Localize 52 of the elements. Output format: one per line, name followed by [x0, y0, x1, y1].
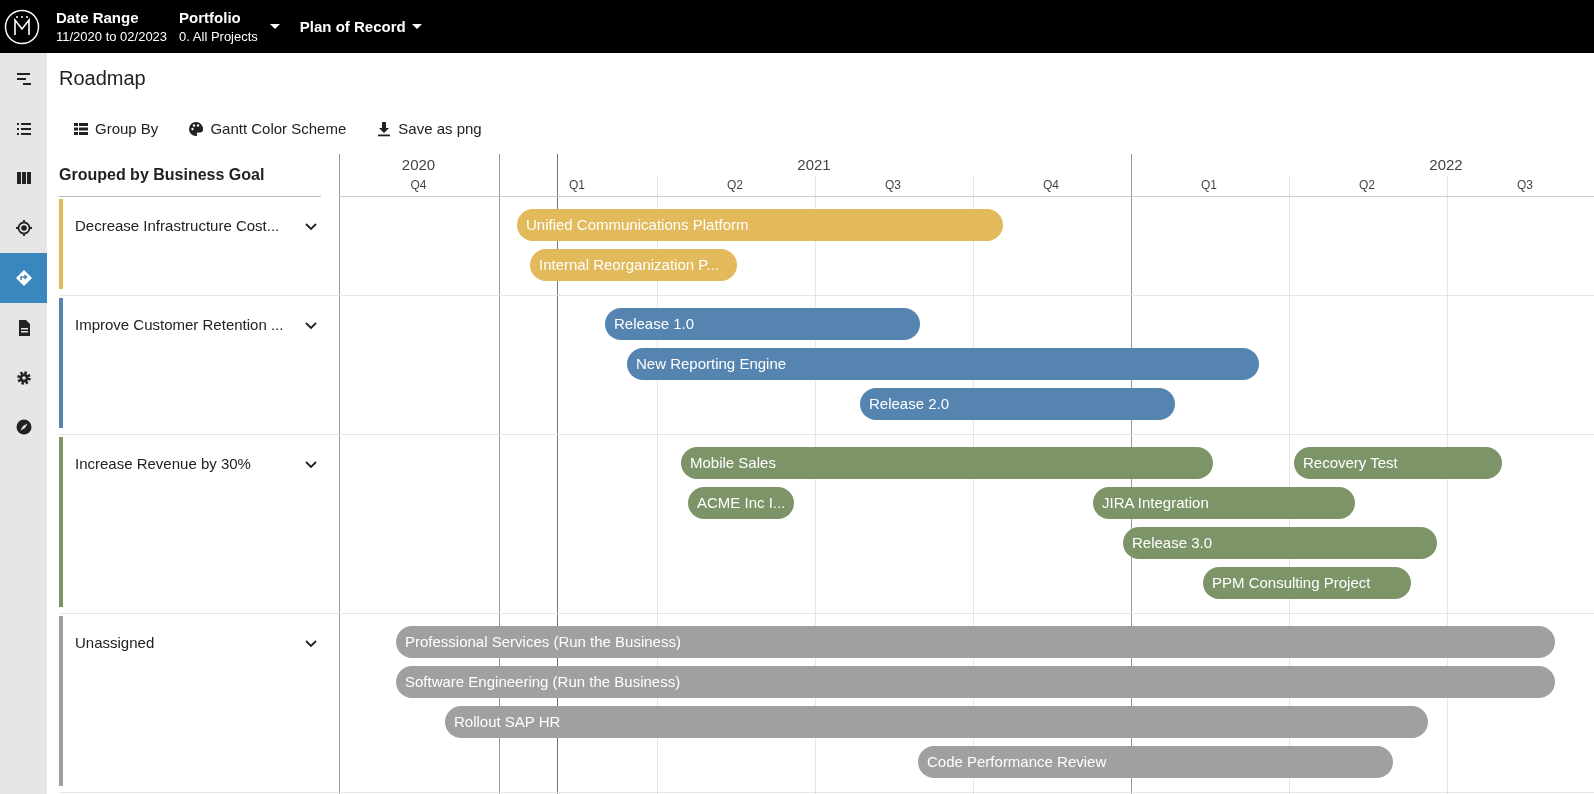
palette-icon: [188, 120, 205, 137]
directions-icon: [14, 269, 33, 288]
group-name[interactable]: Increase Revenue by 30%: [75, 439, 305, 472]
gantt-bar[interactable]: Recovery Test: [1294, 447, 1502, 479]
quarter-label: Q3: [884, 177, 902, 194]
settings-icon: [14, 368, 33, 387]
grouping-label: Grouped by Business Goal: [59, 166, 265, 184]
compass-icon: [14, 418, 33, 437]
target-icon: [14, 219, 33, 238]
portfolio-label: Portfolio: [179, 7, 242, 28]
download-icon: [376, 120, 393, 137]
gantt-bar[interactable]: ACME Inc I...: [688, 487, 794, 519]
chevron-icon[interactable]: [305, 322, 317, 330]
gantt-bar[interactable]: New Reporting Engine: [627, 348, 1259, 380]
group-name[interactable]: Unassigned: [75, 618, 305, 651]
chevron-icon[interactable]: [305, 223, 317, 231]
chevron-icon[interactable]: [305, 640, 317, 648]
page-title: Roadmap: [59, 66, 147, 91]
quarter-label: Q2: [1358, 177, 1376, 194]
portfolio-value[interactable]: 0. All Projects: [179, 27, 258, 46]
gantt-bar[interactable]: PPM Consulting Project: [1203, 567, 1411, 599]
toolbar-button[interactable]: Gantt Color Scheme: [184, 117, 351, 140]
group-name[interactable]: Improve Customer Retention ...: [75, 300, 305, 333]
gantt-bar[interactable]: Code Performance Review: [918, 746, 1393, 778]
logo-icon[interactable]: [4, 8, 40, 45]
quarter-label: Q4: [409, 177, 428, 194]
year-label: 2020: [400, 155, 437, 175]
quarter-label: Q4: [1042, 177, 1060, 194]
caret-icon: [411, 23, 422, 30]
quarter-label: Q2: [726, 177, 744, 194]
gantt-bar[interactable]: Release 3.0: [1123, 527, 1437, 559]
chevron-icon[interactable]: [305, 461, 317, 469]
gantt-bar[interactable]: Rollout SAP HR: [445, 706, 1428, 738]
gantt-bar[interactable]: JIRA Integration: [1093, 487, 1355, 519]
gantt-bar[interactable]: Professional Services (Run the Business): [396, 626, 1555, 658]
quarter-label: Q1: [1200, 177, 1218, 194]
gantt-bar[interactable]: Release 1.0: [605, 308, 920, 340]
toolbar-button[interactable]: Group By: [69, 117, 163, 140]
date-range-label: Date Range: [56, 7, 140, 28]
quarter-label: Q1: [568, 177, 586, 194]
quarter-label: Q3: [1516, 177, 1534, 194]
gantt-bar[interactable]: Mobile Sales: [681, 447, 1213, 479]
caret-icon[interactable]: [269, 23, 280, 30]
table-icon: [73, 120, 89, 137]
date-range-value[interactable]: 11/2020 to 02/2023: [56, 27, 168, 46]
year-label: 2022: [1428, 155, 1464, 175]
toolbar-button[interactable]: Save as png: [372, 117, 486, 140]
gantt-bar[interactable]: Software Engineering (Run the Business): [396, 666, 1555, 698]
group-name[interactable]: Decrease Infrastructure Cost...: [75, 201, 305, 234]
year-label: 2021: [796, 155, 832, 175]
gantt-bar[interactable]: Release 2.0: [860, 388, 1175, 420]
plan-dropdown[interactable]: Plan of Record: [299, 18, 422, 35]
